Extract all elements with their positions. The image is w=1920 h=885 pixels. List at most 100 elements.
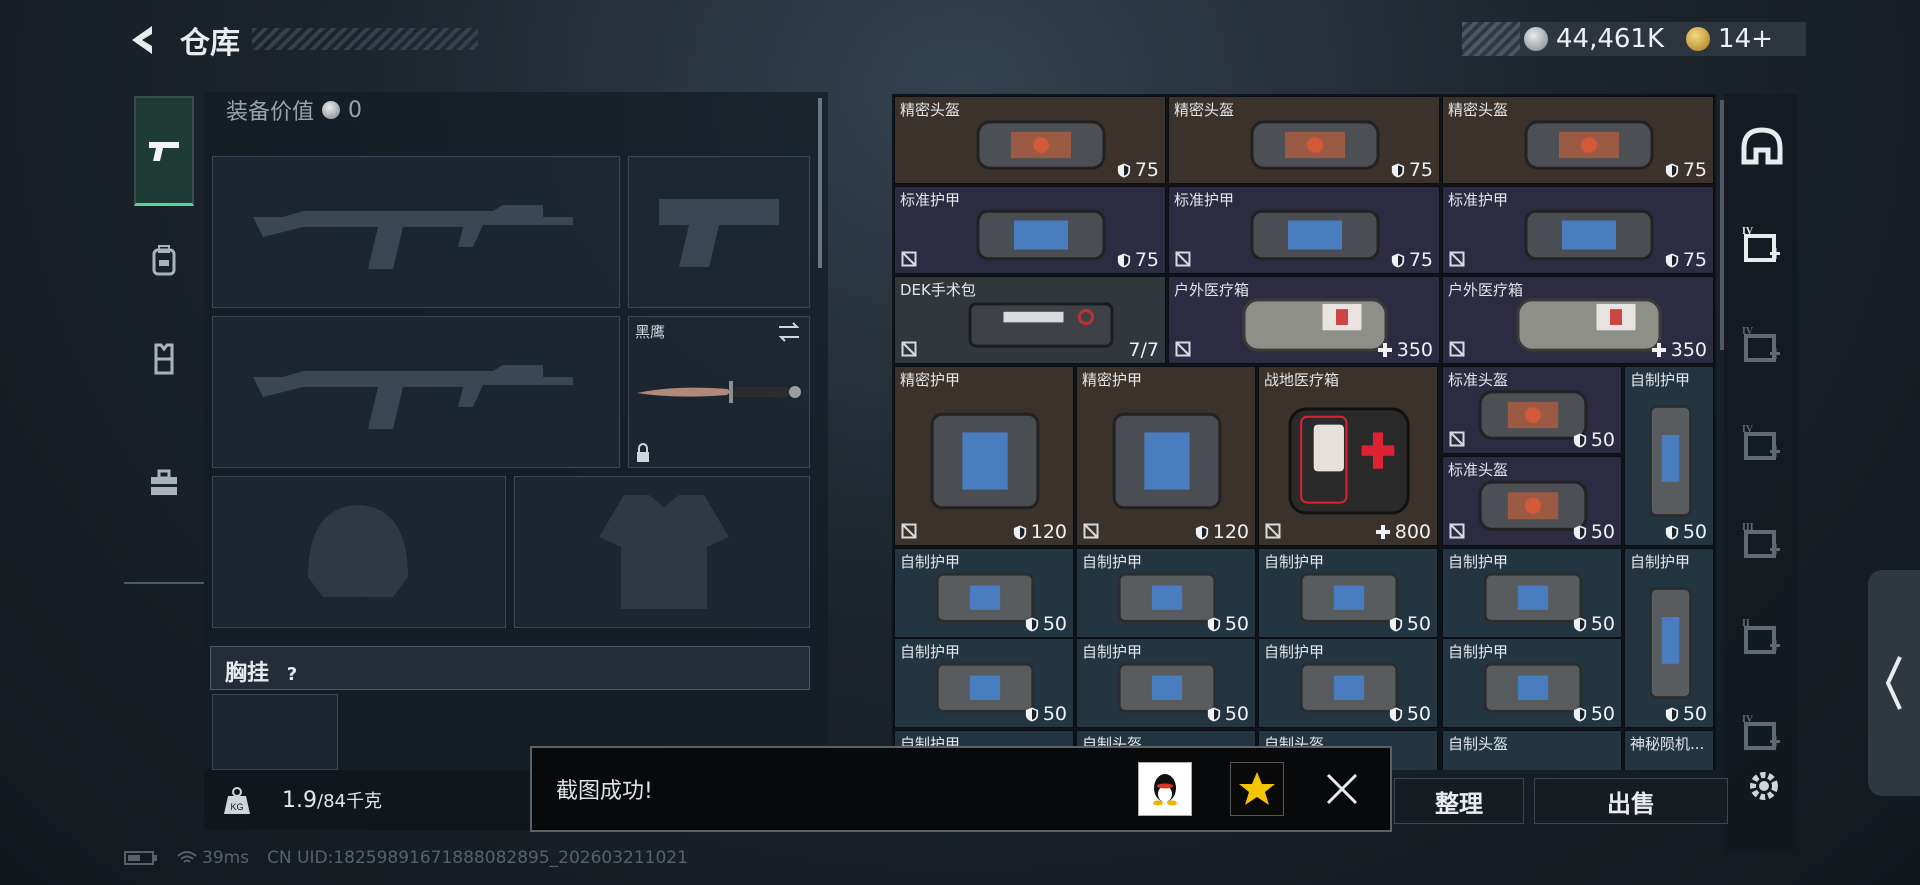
tab-case[interactable]: [134, 438, 194, 528]
melee-slot[interactable]: 黑鹰: [628, 316, 810, 468]
silver-coin-icon: [1524, 27, 1548, 51]
inventory-item[interactable]: 标准头盔 50: [1442, 456, 1622, 546]
shield-icon: [1573, 707, 1586, 721]
swap-icon[interactable]: [775, 321, 803, 343]
item-name: 标准护甲: [1174, 191, 1235, 209]
secondary-weapon-slot[interactable]: [212, 316, 620, 468]
close-toast-button[interactable]: [1322, 769, 1362, 809]
help-icon[interactable]: ?: [287, 664, 297, 685]
chest-rig-slot[interactable]: [212, 694, 338, 770]
inventory-item[interactable]: 精密护甲 120: [894, 366, 1074, 546]
back-button[interactable]: [124, 22, 164, 58]
inventory-item[interactable]: 神秘陨机...: [1624, 730, 1714, 770]
gold-amount[interactable]: 14+: [1718, 24, 1773, 54]
expand-side-panel-button[interactable]: [1868, 570, 1920, 796]
inventory-item[interactable]: 标准护甲 75: [1442, 186, 1714, 274]
inventory-item[interactable]: 战地医疗箱 800: [1258, 366, 1438, 546]
inventory-item[interactable]: 户外医疗箱 350: [1168, 276, 1440, 364]
shield-icon: [1117, 253, 1130, 267]
tab-backpack[interactable]: [134, 220, 194, 300]
filter-tab-2[interactable]: IV: [1738, 222, 1786, 270]
tab-weapons[interactable]: [134, 96, 194, 206]
item-value-text: 75: [1408, 249, 1433, 271]
not-tradable-icon: [901, 251, 917, 267]
inventory-item[interactable]: 精密头盔 75: [1442, 96, 1714, 184]
sell-button[interactable]: 出售: [1534, 778, 1728, 824]
inventory-item[interactable]: 自制护甲 50: [1442, 548, 1622, 638]
ping-readout: 39ms: [202, 848, 250, 868]
item-value: 50: [1025, 613, 1067, 635]
item-name: 标准头盔: [1448, 371, 1509, 389]
qzone-star-icon: [1239, 772, 1275, 805]
item-value-text: 50: [1224, 703, 1249, 725]
briefcase-icon: [151, 469, 177, 495]
armor-item-icon: [930, 412, 1040, 510]
sidearm-slot[interactable]: [628, 156, 810, 308]
page-title: 仓库: [180, 26, 240, 61]
filter-tab-4[interactable]: IV: [1738, 420, 1786, 468]
inventory-item[interactable]: 精密头盔 75: [894, 96, 1166, 184]
filter-tab-7[interactable]: IV: [1738, 710, 1786, 758]
inventory-item[interactable]: DEK手术包 7/7: [894, 276, 1166, 364]
not-tradable-icon: [1175, 251, 1191, 267]
rifle-silhouette-icon: [253, 205, 573, 269]
item-name: 户外医疗箱: [1174, 281, 1250, 299]
weight-max: /84千克: [317, 791, 382, 812]
item-value: 75: [1117, 159, 1159, 181]
item-value: 75: [1391, 159, 1433, 181]
item-value: 7/7: [1128, 339, 1159, 361]
inventory-item[interactable]: 自制护甲 50: [1258, 548, 1438, 638]
filter-tab-6[interactable]: II: [1738, 614, 1786, 662]
inventory-item[interactable]: 自制头盔: [1442, 730, 1622, 770]
share-qzone-button[interactable]: [1230, 762, 1284, 816]
inventory-item[interactable]: 标准护甲 75: [894, 186, 1166, 274]
inventory-item[interactable]: 自制护甲 50: [1624, 366, 1714, 546]
primary-weapon-slot[interactable]: [212, 156, 620, 308]
item-value-text: 50: [1406, 613, 1431, 635]
tab-chest-rig[interactable]: [134, 314, 194, 404]
heal-plus-icon: [1377, 343, 1392, 357]
backpack-icon: [152, 245, 176, 276]
item-value-text: 75: [1682, 249, 1707, 271]
item-value: 350: [1377, 339, 1433, 361]
inventory-item[interactable]: 自制护甲 50: [894, 638, 1074, 728]
filter-tab-1[interactable]: [1738, 124, 1786, 172]
armor-iv-tab-icon: IV: [1742, 226, 1780, 262]
inventory-item[interactable]: 标准护甲 75: [1168, 186, 1440, 274]
inventory-item[interactable]: 精密护甲 120: [1076, 366, 1256, 546]
heal-plus-icon: [1375, 525, 1390, 539]
item-value: 75: [1665, 249, 1707, 271]
weight-bar: KG 1.9/84千克: [204, 770, 534, 830]
inventory-item[interactable]: 自制护甲 50: [1624, 548, 1714, 728]
share-qq-button[interactable]: [1138, 762, 1192, 816]
inventory-item[interactable]: 自制护甲 50: [1442, 638, 1622, 728]
not-tradable-icon: [1083, 523, 1099, 539]
svg-text:IV: IV: [1742, 424, 1754, 435]
ii-tab-icon: II: [1742, 618, 1780, 654]
inventory-item[interactable]: 自制护甲 50: [1258, 638, 1438, 728]
filter-tab-5[interactable]: III: [1738, 518, 1786, 566]
sort-button[interactable]: 整理: [1394, 778, 1524, 824]
item-name: 神秘陨机...: [1630, 735, 1705, 753]
armor-slot[interactable]: [514, 476, 810, 628]
item-value-text: 350: [1670, 339, 1707, 361]
inventory-item[interactable]: 自制护甲 50: [894, 548, 1074, 638]
item-value-text: 50: [1042, 703, 1067, 725]
inventory-item[interactable]: 自制护甲 50: [1076, 548, 1256, 638]
item-value: 50: [1207, 613, 1249, 635]
inventory-item[interactable]: 户外医疗箱 350: [1442, 276, 1714, 364]
heal-plus-icon: [1651, 343, 1666, 357]
inventory-item[interactable]: 自制护甲 50: [1076, 638, 1256, 728]
filter-tab-3[interactable]: IV: [1738, 322, 1786, 370]
item-value: 50: [1573, 703, 1615, 725]
item-name: 自制护甲: [1448, 553, 1509, 571]
inventory-item[interactable]: 标准头盔 50: [1442, 366, 1622, 454]
shield-icon: [1025, 617, 1038, 631]
equipment-category-tabs: [124, 88, 204, 584]
item-value: 800: [1375, 521, 1431, 543]
equipment-scrollbar[interactable]: [818, 98, 822, 268]
helmet-slot[interactable]: [212, 476, 506, 628]
item-value-text: 75: [1134, 159, 1159, 181]
inventory-item[interactable]: 精密头盔 75: [1168, 96, 1440, 184]
settings-button[interactable]: [1744, 766, 1784, 806]
